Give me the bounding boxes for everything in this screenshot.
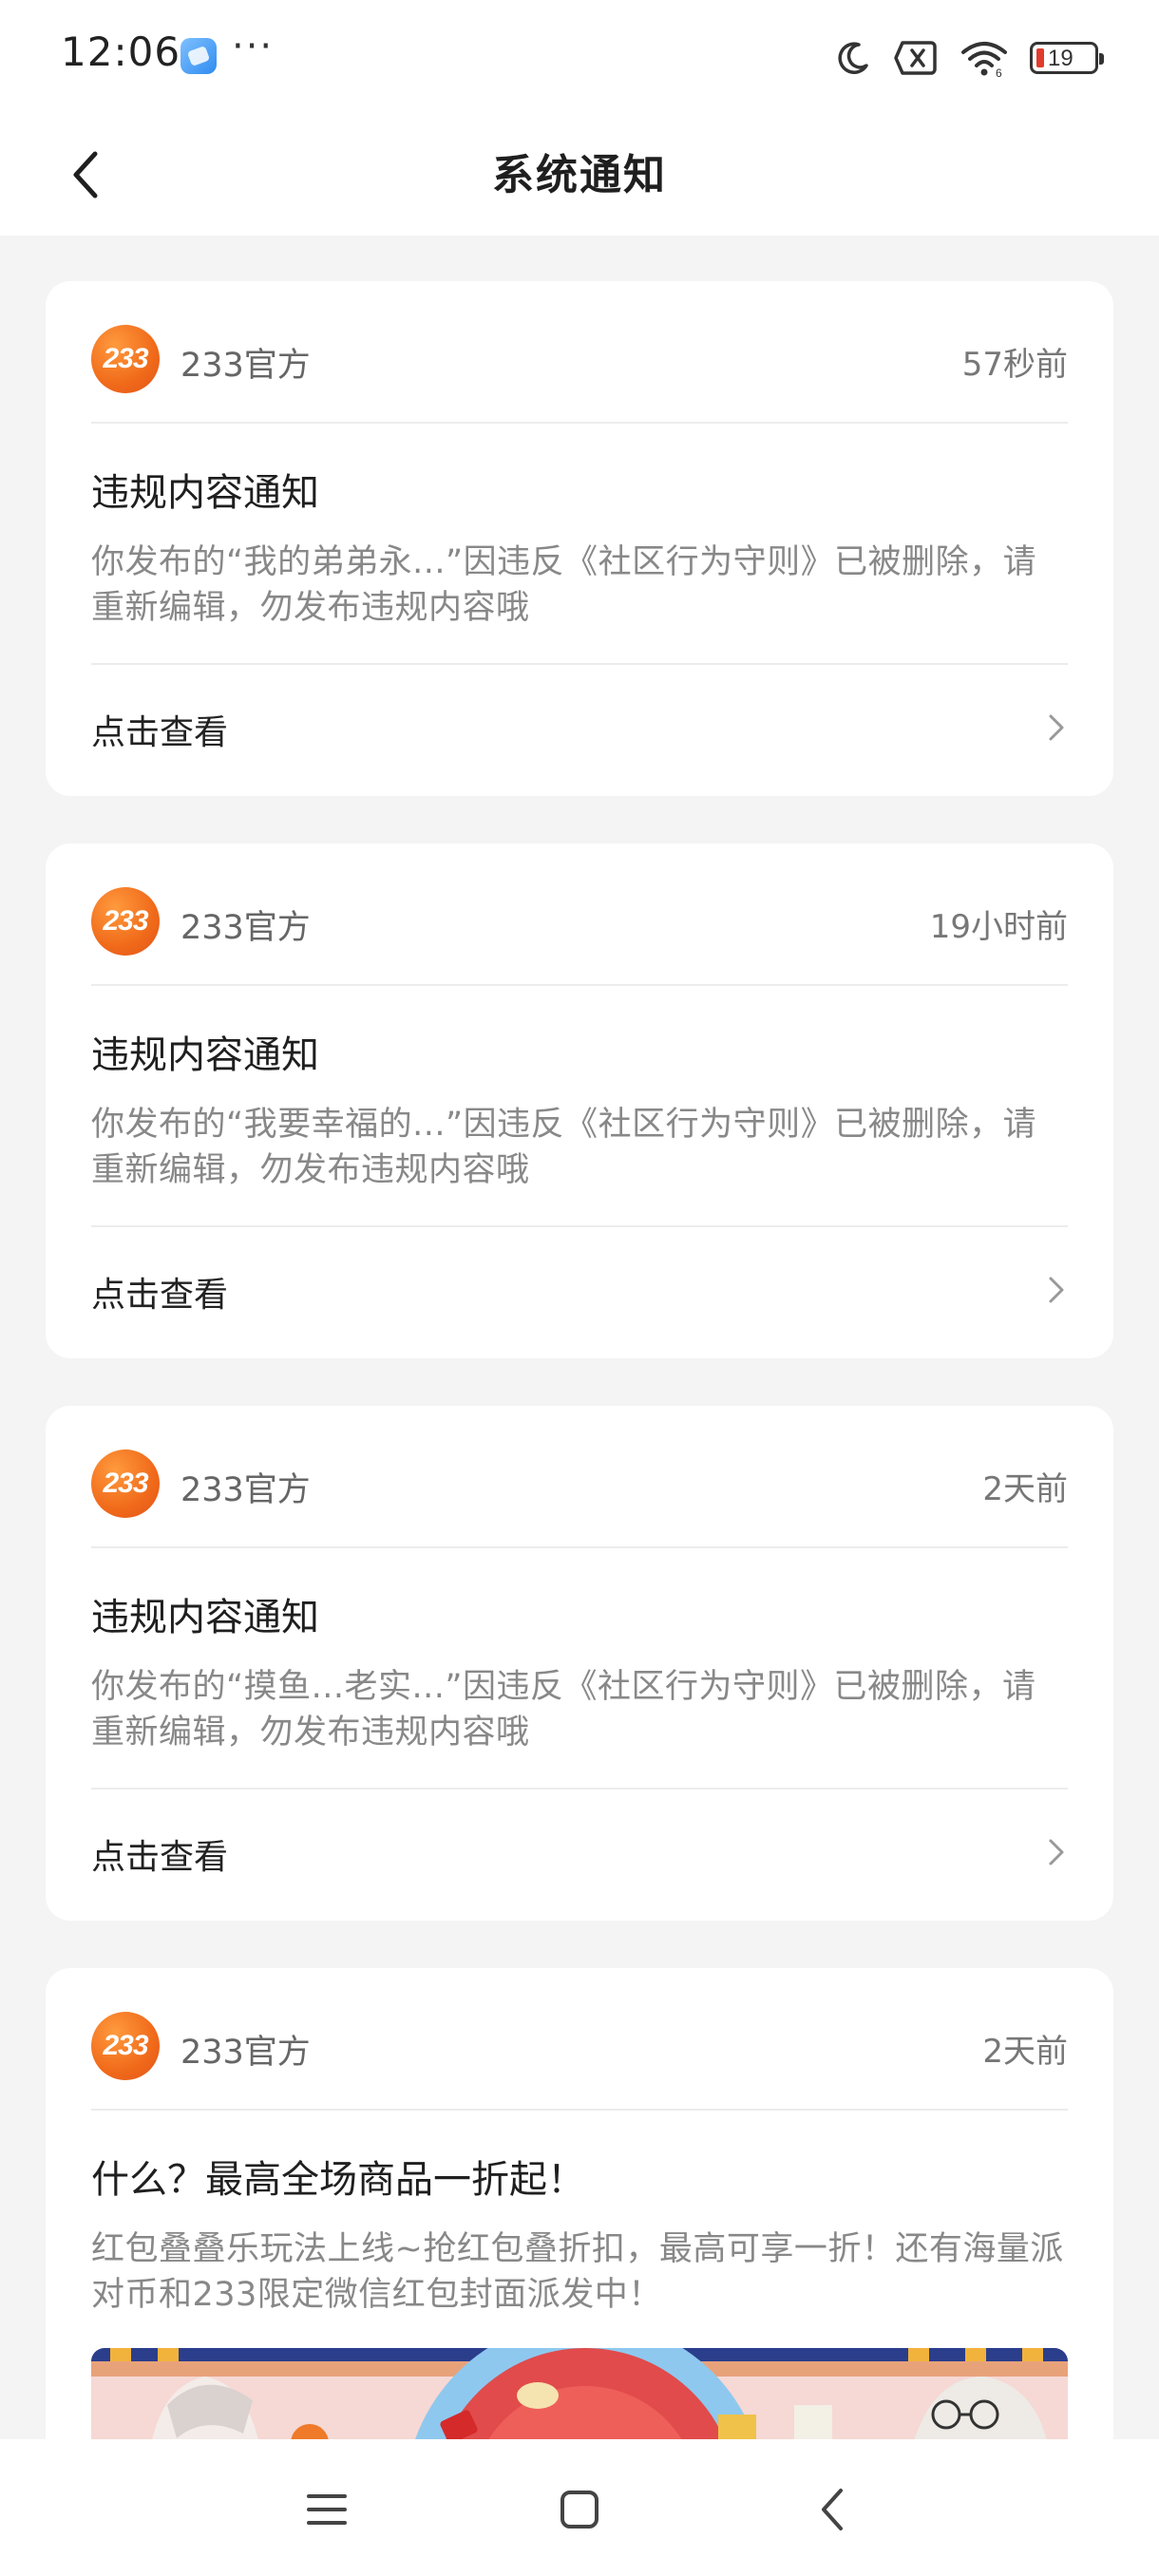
notification-title: 违规内容通知: [91, 1033, 319, 1077]
view-details-link[interactable]: 点击查看: [91, 697, 1068, 754]
notification-body: 红包叠叠乐玩法上线~抢红包叠折扣，最高可享一折！还有海量派对币和233限定微信红…: [91, 2230, 1064, 2314]
svg-text:6: 6: [996, 66, 1002, 77]
divider: [91, 1546, 1068, 1548]
notification-title: 违规内容通知: [91, 1596, 319, 1639]
sender-name: 233官方: [180, 909, 311, 947]
divider: [91, 1225, 1068, 1227]
view-details-label: 点击查看: [91, 713, 229, 752]
divider: [91, 984, 1068, 986]
notification-time: 57秒前: [961, 346, 1068, 384]
notification-card[interactable]: 233 233官方 57秒前 违规内容通知 你发布的“我的弟弟永...”因违反《…: [46, 281, 1113, 796]
divider: [91, 1788, 1068, 1790]
avatar: 233: [91, 887, 160, 956]
notification-title: 违规内容通知: [91, 471, 319, 515]
notification-body: 你发布的“摸鱼...老实...”因违反《社区行为守则》已被删除，请重新编辑，勿发…: [91, 1668, 1036, 1752]
battery-level: 19: [1048, 46, 1074, 71]
notification-title: 什么？最高全场商品一折起！: [91, 2158, 585, 2202]
notification-time: 2天前: [982, 2033, 1068, 2071]
battery-icon: 19: [1030, 42, 1104, 74]
sender-name: 233官方: [180, 1471, 311, 1509]
home-button[interactable]: [542, 2481, 618, 2538]
view-details-label: 点击查看: [91, 1838, 229, 1877]
more-notifications-icon: ···: [232, 25, 275, 68]
sender-name: 233官方: [180, 347, 311, 385]
view-details-label: 点击查看: [91, 1276, 229, 1315]
status-bar: 12:06 ··· 6 19: [0, 0, 1159, 114]
sender-name: 233官方: [180, 2034, 311, 2072]
notification-body: 你发布的“我的弟弟永...”因违反《社区行为守则》已被删除，请重新编辑，勿发布违…: [91, 543, 1037, 627]
page-title: 系统通知: [492, 151, 667, 199]
notification-time: 19小时前: [929, 908, 1068, 946]
menu-button[interactable]: [289, 2481, 365, 2538]
no-sim-icon: [894, 41, 937, 75]
divider: [91, 422, 1068, 424]
promotion-card[interactable]: 233 233官方 2天前 什么？最高全场商品一折起！ 红包叠叠乐玩法上线~抢红…: [46, 1968, 1113, 2462]
chevron-right-icon: [1049, 1277, 1064, 1303]
moon-icon: [838, 42, 868, 74]
home-square-icon: [560, 2491, 598, 2529]
avatar: 233: [91, 1449, 160, 1518]
menu-icon: [307, 2494, 347, 2525]
status-time: 12:06: [61, 28, 181, 75]
page-header: 系统通知: [0, 114, 1159, 236]
notification-body: 你发布的“我要幸福的...”因违反《社区行为守则》已被删除，请重新编辑，勿发布违…: [91, 1106, 1037, 1189]
chevron-right-icon: [1049, 1839, 1064, 1866]
wifi-icon: 6: [961, 42, 1007, 77]
divider: [91, 663, 1068, 665]
avatar: 233: [91, 2012, 160, 2080]
avatar: 233: [91, 325, 160, 393]
nav-back-button[interactable]: [794, 2481, 870, 2538]
chevron-right-icon: [1049, 714, 1064, 741]
view-details-link[interactable]: 点击查看: [91, 1260, 1068, 1316]
notification-card[interactable]: 233 233官方 19小时前 违规内容通知 你发布的“我要幸福的...”因违反…: [46, 843, 1113, 1358]
notification-card[interactable]: 233 233官方 2天前 违规内容通知 你发布的“摸鱼...老实...”因违反…: [46, 1406, 1113, 1921]
back-icon: [822, 2489, 843, 2530]
view-details-link[interactable]: 点击查看: [91, 1822, 1068, 1879]
app-notification-icon: [180, 38, 217, 74]
notification-time: 2天前: [982, 1470, 1068, 1508]
divider: [91, 2109, 1068, 2111]
system-nav-bar: [0, 2439, 1159, 2576]
